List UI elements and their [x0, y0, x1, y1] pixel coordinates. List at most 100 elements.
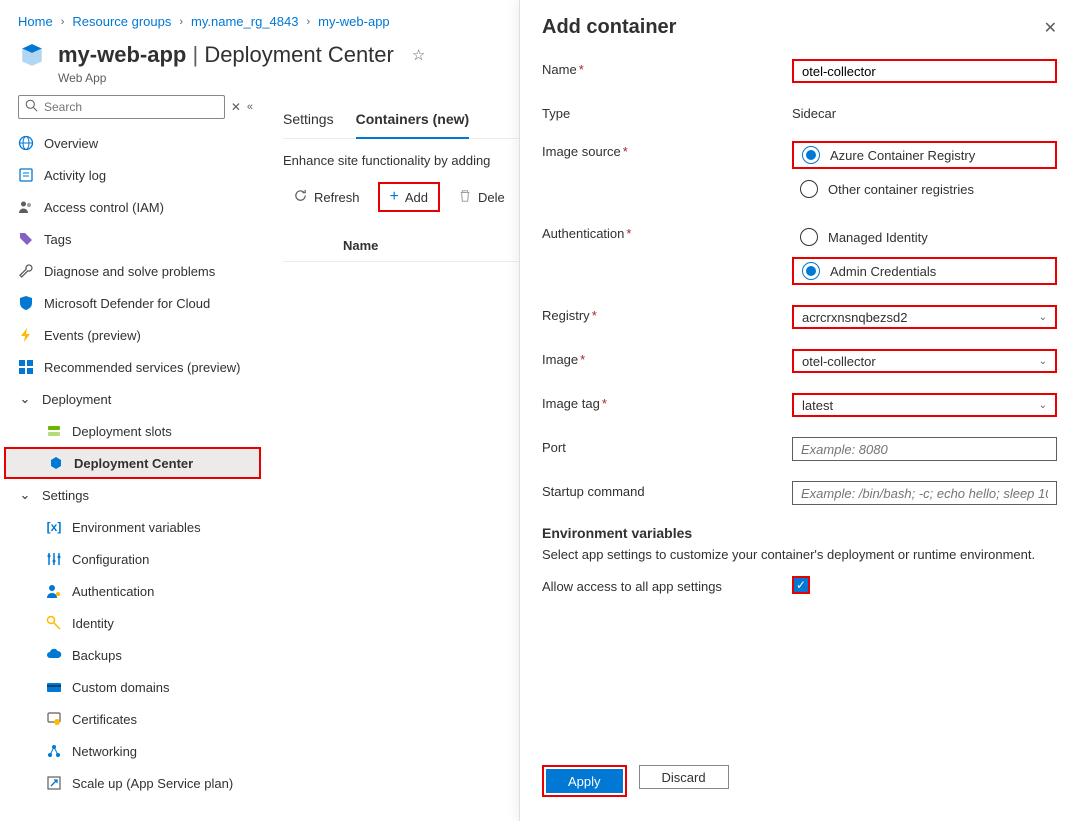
- radio-managed-identity[interactable]: Managed Identity: [792, 223, 1057, 251]
- cloud-icon: [46, 647, 62, 663]
- label-allow-access: Allow access to all app settings: [542, 576, 792, 594]
- favorite-icon[interactable]: ☆: [412, 46, 425, 64]
- label-authentication: Authentication: [542, 226, 624, 241]
- sidebar-item-deployment-slots[interactable]: Deployment slots: [4, 415, 261, 447]
- label-image-source: Image source: [542, 144, 621, 159]
- image-select[interactable]: otel-collector⌄: [792, 349, 1057, 373]
- globe-icon: [18, 135, 34, 151]
- apply-button[interactable]: Apply: [546, 769, 623, 793]
- chevron-right-icon: ›: [306, 16, 310, 28]
- plus-icon: +: [390, 188, 399, 206]
- sidebar-item-configuration[interactable]: Configuration: [4, 543, 261, 575]
- people-icon: [18, 199, 34, 215]
- network-icon: [46, 743, 62, 759]
- close-icon[interactable]: ✕: [1044, 18, 1057, 38]
- collapse-icon[interactable]: «: [247, 101, 253, 113]
- label-image: Image: [542, 352, 578, 367]
- breadcrumb-rg-name[interactable]: my.name_rg_4843: [191, 14, 298, 29]
- breadcrumb-app[interactable]: my-web-app: [318, 14, 390, 29]
- label-port: Port: [542, 437, 792, 455]
- brackets-icon: [x]: [46, 519, 62, 535]
- radio-icon: [802, 146, 820, 164]
- add-button[interactable]: +Add: [378, 182, 440, 212]
- panel-title: Add container: [542, 16, 676, 39]
- sliders-icon: [46, 551, 62, 567]
- search-icon: [25, 99, 38, 115]
- search-input[interactable]: [44, 100, 218, 114]
- delete-button[interactable]: Dele: [448, 185, 515, 210]
- tag-icon: [18, 231, 34, 247]
- person-key-icon: [46, 583, 62, 599]
- sidebar-item-certificates[interactable]: Certificates: [4, 703, 261, 735]
- tab-containers[interactable]: Containers (new): [356, 105, 470, 139]
- name-input[interactable]: [792, 59, 1057, 83]
- log-icon: [18, 167, 34, 183]
- refresh-icon: [293, 188, 308, 206]
- startup-command-input[interactable]: [792, 481, 1057, 505]
- chevron-right-icon: ›: [61, 16, 65, 28]
- refresh-button[interactable]: Refresh: [283, 184, 370, 210]
- chevron-down-icon: ⌄: [1039, 312, 1047, 323]
- certificate-icon: [46, 711, 62, 727]
- registry-select[interactable]: acrcrxnsnqbezsd2⌄: [792, 305, 1057, 329]
- label-startup-command: Startup command: [542, 481, 792, 499]
- deployment-center-icon: [48, 455, 64, 471]
- sidebar-item-recommended[interactable]: Recommended services (preview): [4, 351, 261, 383]
- wrench-icon: [18, 263, 34, 279]
- sidebar-item-defender[interactable]: Microsoft Defender for Cloud: [4, 287, 261, 319]
- sidebar-item-events[interactable]: Events (preview): [4, 319, 261, 351]
- sidebar-item-deployment-center[interactable]: Deployment Center: [4, 447, 261, 479]
- sidebar-item-iam[interactable]: Access control (IAM): [4, 191, 261, 223]
- label-registry: Registry: [542, 308, 590, 323]
- tab-settings[interactable]: Settings: [283, 105, 334, 138]
- label-name: Name: [542, 62, 577, 77]
- radio-azure-container-registry[interactable]: Azure Container Registry: [792, 141, 1057, 169]
- image-tag-select[interactable]: latest⌄: [792, 393, 1057, 417]
- sidebar-item-diagnose[interactable]: Diagnose and solve problems: [4, 255, 261, 287]
- chevron-down-icon: ⌄: [18, 487, 32, 503]
- radio-icon: [800, 180, 818, 198]
- sidebar-item-scale-up[interactable]: Scale up (App Service plan): [4, 767, 261, 799]
- chevron-right-icon: ›: [179, 16, 183, 28]
- env-vars-heading: Environment variables: [542, 525, 1057, 541]
- type-value: Sidecar: [792, 103, 1057, 121]
- env-vars-description: Select app settings to customize your co…: [542, 547, 1057, 562]
- sidebar-item-activity-log[interactable]: Activity log: [4, 159, 261, 191]
- webapp-icon: [18, 41, 46, 69]
- sidebar-item-env-vars[interactable]: [x]Environment variables: [4, 511, 261, 543]
- grid-icon: [18, 359, 34, 375]
- lightning-icon: [18, 327, 34, 343]
- sidebar-section-settings[interactable]: ⌄Settings: [4, 479, 261, 511]
- radio-icon: [800, 228, 818, 246]
- scale-icon: [46, 775, 62, 791]
- pin-icon[interactable]: ✕: [231, 100, 241, 114]
- breadcrumb-home[interactable]: Home: [18, 14, 53, 29]
- sidebar-item-authentication[interactable]: Authentication: [4, 575, 261, 607]
- port-input[interactable]: [792, 437, 1057, 461]
- chevron-down-icon: ⌄: [18, 391, 32, 407]
- radio-other-registries[interactable]: Other container registries: [792, 175, 1057, 203]
- label-image-tag: Image tag: [542, 396, 600, 411]
- card-icon: [46, 679, 62, 695]
- sidebar-item-custom-domains[interactable]: Custom domains: [4, 671, 261, 703]
- chevron-down-icon: ⌄: [1039, 356, 1047, 367]
- sidebar: ✕ « Overview Activity log Access control…: [0, 95, 265, 799]
- sidebar-item-identity[interactable]: Identity: [4, 607, 261, 639]
- breadcrumb-resource-groups[interactable]: Resource groups: [72, 14, 171, 29]
- add-container-panel: Add container ✕ Name* Type Sidecar Image…: [519, 0, 1079, 821]
- key-icon: [46, 615, 62, 631]
- sidebar-item-overview[interactable]: Overview: [4, 127, 261, 159]
- shield-icon: [18, 295, 34, 311]
- sidebar-item-backups[interactable]: Backups: [4, 639, 261, 671]
- search-box[interactable]: [18, 95, 225, 119]
- radio-icon: [802, 262, 820, 280]
- sidebar-item-tags[interactable]: Tags: [4, 223, 261, 255]
- page-title: my-web-app | Deployment Center: [58, 42, 394, 68]
- sidebar-item-networking[interactable]: Networking: [4, 735, 261, 767]
- slots-icon: [46, 423, 62, 439]
- discard-button[interactable]: Discard: [639, 765, 729, 789]
- sidebar-section-deployment[interactable]: ⌄Deployment: [4, 383, 261, 415]
- label-type: Type: [542, 103, 792, 121]
- radio-admin-credentials[interactable]: Admin Credentials: [792, 257, 1057, 285]
- allow-all-checkbox[interactable]: ✓: [792, 576, 810, 594]
